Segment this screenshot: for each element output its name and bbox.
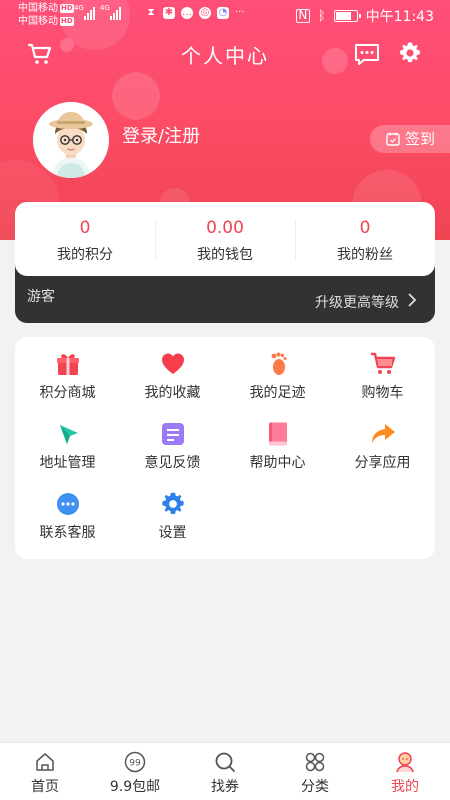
feedback-icon [161, 423, 184, 445]
grid-item-points-mall[interactable]: 积分商城 [15, 337, 120, 401]
chevron-right-icon [408, 293, 417, 307]
more-icon: ··· [235, 7, 245, 18]
bluetooth-icon: ᛒ [317, 8, 326, 24]
grid-item-settings[interactable]: 设置 [120, 477, 225, 541]
status-bar: 中国移动 HD 中国移动 HD 4G 4G ⧗ ✱ … ◎ ◔ ··· N ᛒ 中午… [0, 0, 450, 32]
hd-badge: HD [60, 16, 74, 26]
message-icon[interactable] [354, 42, 380, 66]
grid-item-label: 地址管理 [39, 455, 96, 471]
stat-label: 我的钱包 [197, 247, 253, 263]
share-icon [371, 424, 395, 443]
page-title: 个人中心 [181, 44, 269, 68]
nine-nine-icon: 99 [124, 751, 146, 773]
message-app-icon: … [181, 7, 193, 19]
bluetooth-app-icon: ✱ [163, 7, 175, 19]
upgrade-link[interactable]: 升级更高等级 [315, 292, 399, 312]
grid-item-label: 联系客服 [39, 525, 96, 541]
login-register-link[interactable]: 登录/注册 [122, 122, 200, 148]
checkin-label: 签到 [405, 130, 436, 148]
grid-item-address[interactable]: 地址管理 [15, 407, 120, 471]
grid-item-label: 我的足迹 [249, 385, 306, 401]
chat-icon [56, 493, 79, 515]
grid-item-footprints[interactable]: 我的足迹 [225, 337, 330, 401]
function-grid: 积分商城 我的收藏 我的足迹 购物车 地址管理 意见反馈 帮助中心 分享应用 联… [15, 337, 435, 559]
stat-wallet[interactable]: 0.00 我的钱包 [155, 202, 295, 276]
stat-value: 0 [359, 218, 371, 238]
carrier-label: 中国移动 [18, 16, 58, 27]
tab-label: 分类 [301, 779, 329, 795]
network-type-label: 4G [74, 4, 84, 12]
compass-icon [59, 425, 78, 444]
app-icon: ◔ [217, 7, 229, 19]
grid-item-label: 我的收藏 [144, 385, 201, 401]
weibo-icon: ◎ [199, 7, 211, 19]
tab-coupons[interactable]: 找券 [180, 743, 270, 800]
battery-icon [333, 10, 361, 22]
tab-nine-nine[interactable]: 99 9.9包邮 [90, 743, 180, 800]
tab-home[interactable]: 首页 [0, 743, 90, 800]
svg-text:99: 99 [129, 759, 141, 769]
grid-item-feedback[interactable]: 意见反馈 [120, 407, 225, 471]
network-type-label: 4G [100, 4, 110, 12]
grid-item-label: 设置 [158, 525, 187, 541]
signal-icon [84, 6, 95, 20]
grid-item-favorites[interactable]: 我的收藏 [120, 337, 225, 401]
carrier-label: 中国移动 [18, 3, 58, 14]
avatar-illustration-icon [33, 102, 109, 178]
stat-label: 我的粉丝 [337, 247, 393, 263]
footprint-icon [271, 352, 286, 375]
category-icon [305, 752, 325, 772]
tab-label: 首页 [31, 779, 59, 795]
hourglass-icon: ⧗ [147, 7, 155, 18]
stat-fans[interactable]: 0 我的粉丝 [295, 202, 435, 276]
search-icon [215, 752, 235, 772]
stat-value: 0 [79, 218, 91, 238]
clock-time: 中午11:43 [365, 9, 434, 25]
tab-label: 找券 [211, 779, 239, 795]
book-icon [268, 422, 287, 446]
heart-icon [161, 353, 184, 374]
top-bar: 个人中心 [0, 36, 450, 72]
cart-icon [370, 352, 395, 374]
gift-icon [56, 354, 79, 375]
calendar-icon [386, 132, 400, 146]
gear-icon [161, 492, 184, 515]
tab-mine[interactable]: 我的 [360, 743, 450, 800]
bottom-tab-bar: 首页 99 9.9包邮 找券 分类 我的 [0, 742, 450, 800]
grid-item-label: 帮助中心 [249, 455, 306, 471]
settings-gear-icon[interactable] [398, 41, 422, 65]
tab-label: 9.9包邮 [109, 779, 161, 795]
member-level-label: 游客 [27, 289, 55, 305]
grid-item-customer-service[interactable]: 联系客服 [15, 477, 120, 541]
checkin-button[interactable]: 签到 [370, 125, 450, 153]
tab-label: 我的 [391, 779, 419, 795]
signal-icon [110, 6, 121, 20]
grid-item-label: 意见反馈 [144, 455, 201, 471]
grid-item-label: 购物车 [361, 385, 404, 401]
nfc-icon: N [295, 9, 310, 23]
tab-category[interactable]: 分类 [270, 743, 360, 800]
grid-item-cart[interactable]: 购物车 [330, 337, 435, 401]
user-icon [396, 752, 414, 773]
avatar[interactable] [33, 102, 109, 178]
grid-item-label: 分享应用 [354, 455, 411, 471]
home-icon [36, 753, 54, 771]
grid-item-help[interactable]: 帮助中心 [225, 407, 330, 471]
grid-item-label: 积分商城 [39, 385, 96, 401]
stat-points[interactable]: 0 我的积分 [15, 202, 155, 276]
stats-card: 0 我的积分 0.00 我的钱包 0 我的粉丝 [15, 202, 435, 276]
hd-badge: HD [60, 3, 74, 13]
stat-label: 我的积分 [57, 247, 113, 263]
stat-value: 0.00 [206, 218, 244, 238]
grid-item-share[interactable]: 分享应用 [330, 407, 435, 471]
